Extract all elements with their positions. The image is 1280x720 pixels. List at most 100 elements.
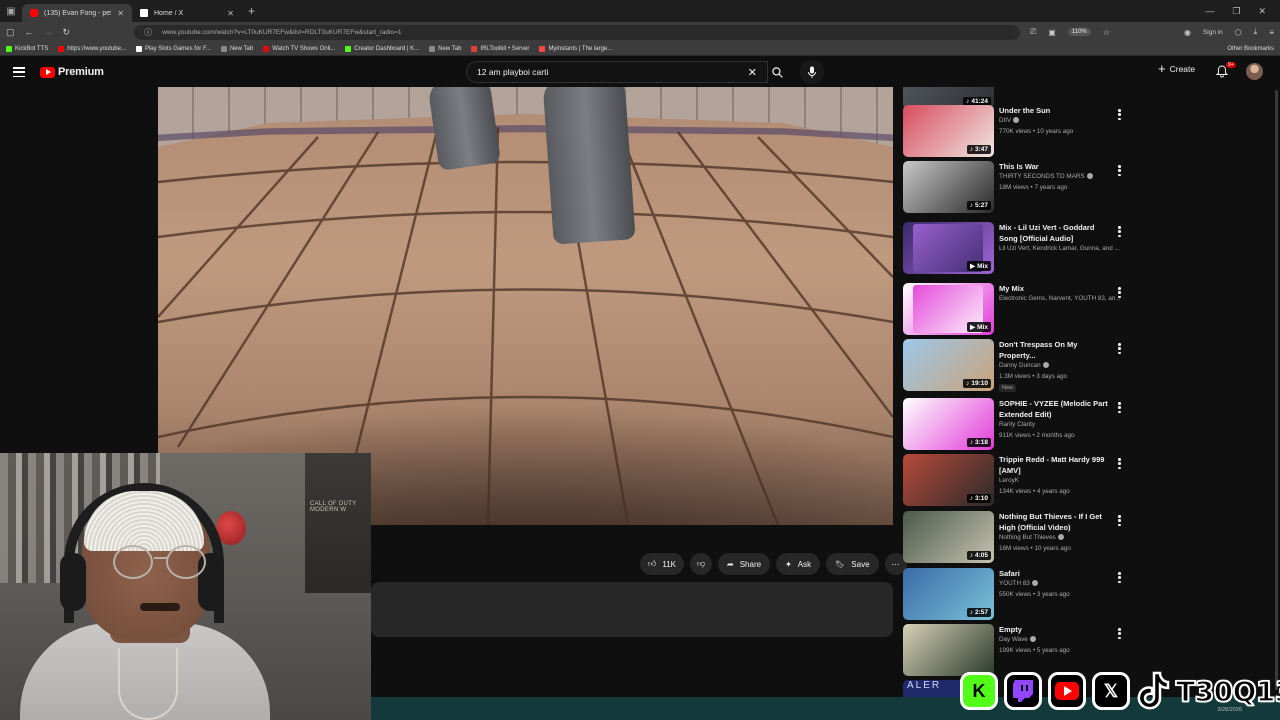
more-options-icon[interactable]: [1118, 109, 1121, 120]
other-bookmarks-folder[interactable]: Other Bookmarks: [1227, 46, 1274, 52]
recommendation-title[interactable]: Don't Trespass On My Property...: [999, 339, 1111, 361]
more-options-icon[interactable]: [1118, 287, 1121, 298]
bookmark-item[interactable]: KickBot TTS: [6, 45, 48, 52]
recommendation-title[interactable]: Nothing But Thieves - If I Get High (Off…: [999, 511, 1111, 533]
more-options-icon[interactable]: [1118, 572, 1121, 583]
reload-icon[interactable]: ↻: [63, 27, 71, 38]
recommendation-channel[interactable]: Electronic Gems, Narvent, YOUTH 83, an..…: [999, 295, 1124, 302]
recommendation-title[interactable]: Trippie Redd - Matt Hardy 999 [AMV]: [999, 454, 1111, 476]
ask-button[interactable]: ✦ Ask: [776, 553, 821, 575]
bookmark-item[interactable]: https://www.youtube...: [58, 45, 126, 52]
account-avatar[interactable]: [1246, 63, 1263, 80]
bookmark-item[interactable]: Watch TV Shows Onli...: [263, 45, 335, 52]
sign-in-link[interactable]: Sign in: [1203, 29, 1223, 36]
recommendation-item[interactable]: ▶ Mix My Mix Electronic Gems, Narvent, YOUT…: [903, 283, 1128, 339]
maximize-icon[interactable]: ❐: [1232, 6, 1240, 17]
download-icon[interactable]: ⤓: [1254, 27, 1258, 37]
recommendation-thumbnail[interactable]: ♪ 3:18: [903, 398, 994, 450]
tab-youtube[interactable]: (135) Evan Fong - pe$o$ - ✕: [22, 4, 132, 22]
tab-actions-menu[interactable]: ▣: [0, 0, 22, 22]
cast-icon[interactable]: ⎚: [1030, 27, 1036, 37]
bookmark-star-icon[interactable]: ☆: [1103, 28, 1110, 37]
close-tab-icon[interactable]: ✕: [117, 9, 124, 18]
close-window-icon[interactable]: ✕: [1258, 6, 1266, 17]
recommendation-channel[interactable]: THIRTY SECONDS TO MARS: [999, 173, 1124, 180]
search-button[interactable]: [762, 61, 792, 83]
recommendation-item[interactable]: ♪ 3:47 Under the Sun DIIV 770K views • 10 ye…: [903, 105, 1128, 161]
notifications-button[interactable]: [1215, 65, 1229, 83]
create-button[interactable]: + Create: [1158, 62, 1195, 75]
new-tab-icon[interactable]: +: [242, 4, 261, 18]
bookmark-item[interactable]: Myinstants | The large...: [539, 45, 612, 52]
recommendation-item[interactable]: ♪ 3:18 SOPHIE - VYZEE (Melodic Part Extend…: [903, 398, 1128, 454]
extensions-icon[interactable]: ⬡: [1235, 28, 1242, 37]
more-options-icon[interactable]: [1118, 402, 1121, 413]
more-options-icon[interactable]: [1118, 458, 1121, 469]
recommendation-thumbnail[interactable]: ♪ 3:47: [903, 105, 994, 157]
bookmark-item[interactable]: Play Slots Games for F...: [135, 45, 211, 52]
recommendation-item[interactable]: ▶ Mix Mix - Lil Uzi Vert - Goddard Song [O…: [903, 222, 1128, 278]
recommendation-channel[interactable]: Rarity Clarity: [999, 421, 1124, 428]
recommendation-thumbnail[interactable]: ♪ 2:57: [903, 568, 994, 620]
recommendation-channel[interactable]: Lil Uzi Vert, Kendrick Lamar, Gunna, and…: [999, 245, 1124, 252]
profile-icon[interactable]: ◉: [1184, 28, 1191, 37]
recommendation-title[interactable]: Mix - Lil Uzi Vert - Goddard Song [Offic…: [999, 222, 1111, 244]
recommendation-title[interactable]: Safari: [999, 568, 1111, 579]
back-icon[interactable]: ←: [25, 27, 34, 37]
video-description-box[interactable]: [371, 582, 893, 637]
recommendation-thumbnail[interactable]: ♪ 19:10: [903, 339, 994, 391]
recommendation-channel[interactable]: LeroyK: [999, 477, 1124, 484]
recommendation-title[interactable]: Under the Sun: [999, 105, 1111, 116]
share-button[interactable]: ➦ Share: [718, 553, 771, 575]
recommendation-item[interactable]: ♪ 19:10 Don't Trespass On My Property... Da…: [903, 339, 1128, 395]
recommendation-thumbnail[interactable]: ▶ Mix: [903, 222, 994, 274]
recommendation-title[interactable]: This Is War: [999, 161, 1111, 172]
sidebar-toggle-icon[interactable]: ▢: [6, 27, 15, 38]
recommendation-channel[interactable]: YOUTH 83: [999, 580, 1124, 587]
recommendation-channel[interactable]: Danny Duncan: [999, 362, 1124, 369]
more-options-icon[interactable]: [1118, 343, 1121, 354]
bookmark-item[interactable]: IRLToolkit • Server: [471, 45, 529, 52]
close-tab-icon[interactable]: ✕: [227, 9, 234, 18]
recommendation-title[interactable]: Empty: [999, 624, 1111, 635]
more-options-icon[interactable]: [1118, 165, 1121, 176]
recommendation-title[interactable]: SOPHIE - VYZEE (Melodic Part Extended Ed…: [999, 398, 1111, 420]
menu-icon[interactable]: [13, 67, 25, 77]
recommendation-item[interactable]: ♪ 2:57 Safari YOUTH 83 550K views • 3 years …: [903, 568, 1128, 624]
clear-search-icon[interactable]: ✕: [748, 66, 757, 79]
recommendation-thumbnail[interactable]: ▶ Mix: [903, 283, 994, 335]
bookmark-item[interactable]: New Tab: [220, 45, 253, 52]
save-button[interactable]: 🔖︎ Save: [826, 553, 879, 575]
recommendation-channel[interactable]: Day Wave: [999, 636, 1124, 643]
zoom-indicator[interactable]: 110%: [1067, 28, 1091, 36]
bookmark-item[interactable]: New Tab: [429, 45, 461, 52]
more-options-icon[interactable]: [1118, 226, 1121, 237]
recommendation-item[interactable]: ♪ 4:05 Nothing But Thieves - If I Get High…: [903, 511, 1128, 567]
page-scrollbar[interactable]: [1275, 90, 1278, 690]
more-options-icon[interactable]: [1118, 515, 1121, 526]
bookmark-favicon-icon: [539, 45, 546, 52]
tab-x-home[interactable]: Home / X ✕: [132, 4, 242, 22]
bookmark-item[interactable]: Creator Dashboard | K...: [345, 45, 419, 52]
forward-icon[interactable]: →: [44, 27, 53, 37]
recommendation-item[interactable]: ♪ 3:10 Trippie Redd - Matt Hardy 999 [AMV]…: [903, 454, 1128, 510]
dislike-button[interactable]: 👎︎: [690, 553, 713, 575]
recommendation-title[interactable]: My Mix: [999, 283, 1111, 294]
search-input[interactable]: 12 am playboi carti ✕: [466, 61, 768, 83]
recommendation-thumbnail[interactable]: ♪ 4:05: [903, 511, 994, 563]
more-options-icon[interactable]: [1118, 628, 1121, 639]
youtube-logo[interactable]: Premium: [40, 66, 104, 78]
address-bar[interactable]: ⓘ www.youtube.com/watch?v=LT0uKUR7EFw&li…: [134, 24, 1020, 40]
recommendation-channel[interactable]: DIIV: [999, 117, 1124, 124]
like-button[interactable]: 👍︎ 11K: [640, 553, 685, 575]
recommendation-thumbnail[interactable]: ♪ 3:10: [903, 454, 994, 506]
screenshot-icon[interactable]: ▣: [1048, 28, 1056, 37]
recommendation-item[interactable]: ♪ 5:27 This Is War THIRTY SECONDS TO MARS 18…: [903, 161, 1128, 217]
browser-menu-icon[interactable]: ≡: [1269, 28, 1274, 37]
recommendation-channel[interactable]: Nothing But Thieves: [999, 534, 1124, 541]
bookmark-favicon-icon: [135, 45, 142, 52]
recommendation-thumbnail[interactable]: ♪ 5:27: [903, 161, 994, 213]
site-info-icon[interactable]: ⓘ: [144, 27, 152, 38]
minimize-icon[interactable]: —: [1205, 6, 1214, 17]
voice-search-button[interactable]: [800, 60, 824, 84]
